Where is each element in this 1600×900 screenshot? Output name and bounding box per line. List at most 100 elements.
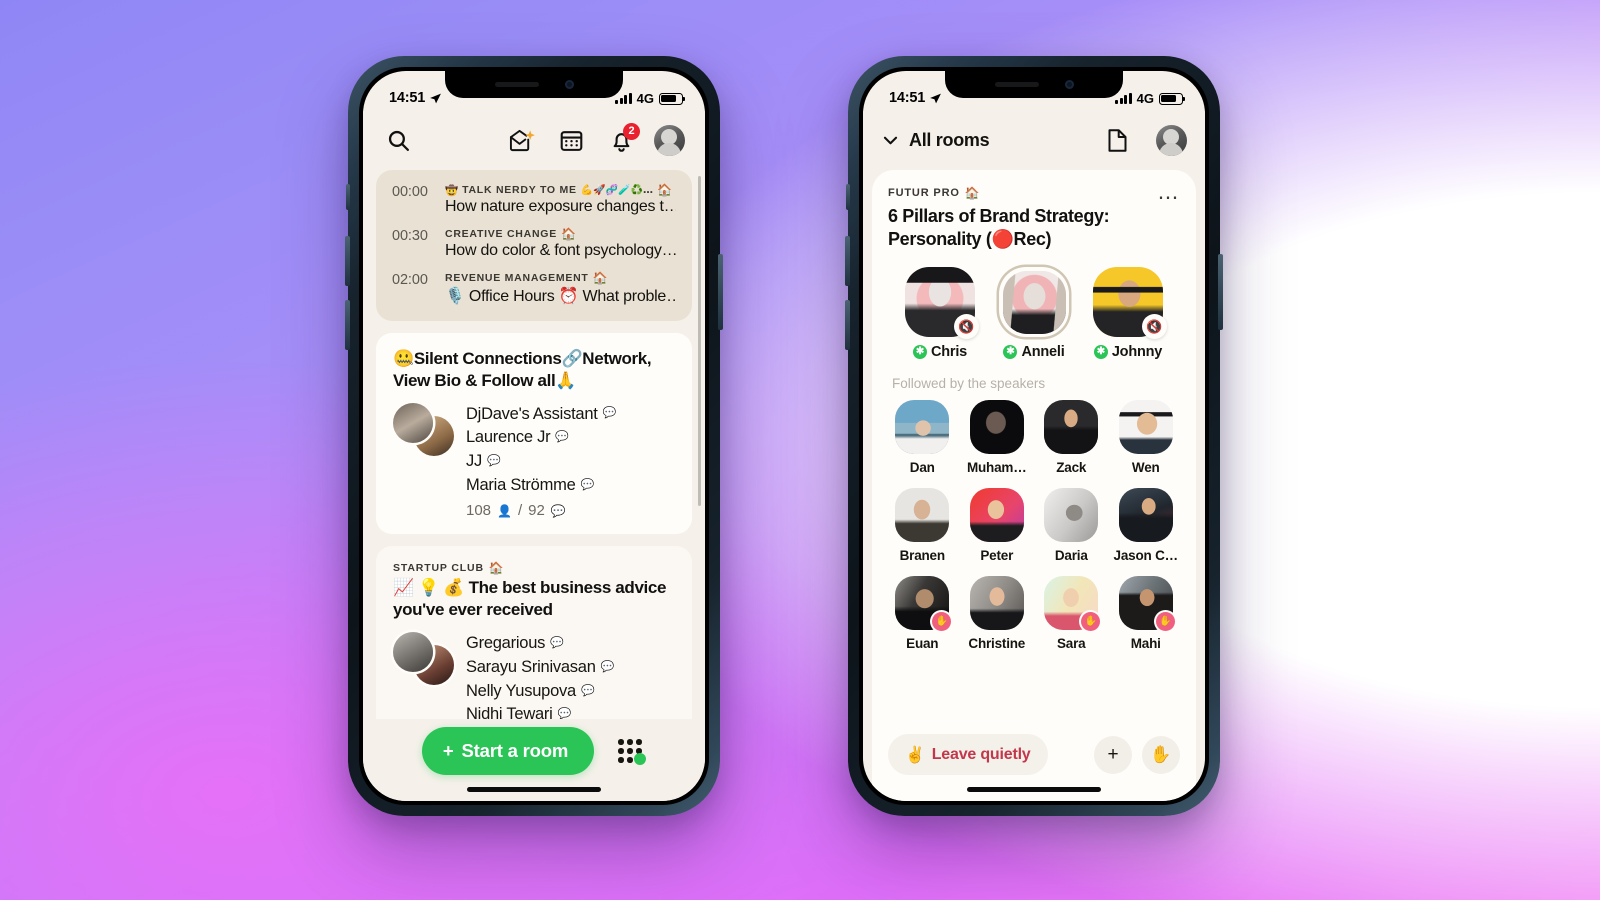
audience-peter[interactable]: Peter bbox=[963, 488, 1032, 563]
peace-hand-icon: ✌️ bbox=[905, 745, 925, 764]
envelope-sparkle-icon[interactable] bbox=[506, 126, 536, 156]
audience-zack[interactable]: Zack bbox=[1037, 400, 1106, 475]
schedule-title: 🎙️ Office Hours ⏰ What proble… bbox=[445, 288, 676, 305]
list-item: DjDave's Assistant 💬 bbox=[466, 403, 675, 427]
mute-switch[interactable] bbox=[846, 184, 850, 210]
phone-mockup-left: 14:51 4G 2 00:00 🤠 TALK NERDY TO ME 💪🚀🧬🧪… bbox=[345, 56, 723, 816]
speaker-avatars bbox=[393, 402, 454, 457]
audience-sara[interactable]: ✋ Sara bbox=[1037, 576, 1106, 651]
house-icon: 🏠 bbox=[560, 227, 577, 241]
add-people-button[interactable]: + bbox=[1094, 735, 1132, 774]
speaker-name: Nidhi Tewari bbox=[466, 705, 553, 719]
room-card[interactable]: STARTUP CLUB 🏠 📈 💡 💰 The best business a… bbox=[376, 546, 692, 719]
power-button[interactable] bbox=[718, 254, 723, 330]
room-header: FUTUR PRO 🏠 6 Pillars of Brand Strategy:… bbox=[888, 186, 1180, 251]
document-icon[interactable] bbox=[1102, 126, 1132, 156]
speaker-name: Sarayu Srinivasan bbox=[466, 657, 596, 676]
volume-up-button[interactable] bbox=[345, 236, 350, 286]
raised-hand-icon: ✋ bbox=[1150, 744, 1172, 764]
star-badge: ✱ bbox=[912, 345, 927, 360]
speech-bubble-icon: 💬 bbox=[602, 407, 617, 420]
audience-branen[interactable]: Branen bbox=[888, 488, 957, 563]
all-rooms-button[interactable]: All rooms bbox=[881, 130, 990, 151]
front-camera bbox=[1064, 80, 1074, 89]
speakers-count: 92 bbox=[528, 502, 545, 520]
audience-name: Dan bbox=[909, 460, 935, 476]
feed-scrollbar[interactable] bbox=[698, 176, 701, 506]
avatar bbox=[895, 400, 950, 455]
home-indicator[interactable] bbox=[467, 787, 601, 792]
volume-up-button[interactable] bbox=[845, 236, 850, 286]
room-title: 🤐Silent Connections🔗Network, View Bio & … bbox=[393, 349, 652, 390]
avatar[interactable] bbox=[654, 125, 685, 156]
speaker-name-row: ✱ Johnny bbox=[1093, 344, 1162, 360]
speech-bubble-icon: 💬 bbox=[555, 431, 569, 444]
audience-dan[interactable]: Dan bbox=[888, 400, 957, 475]
background-gradient-overlay bbox=[0, 0, 1600, 900]
members-count: 108 bbox=[466, 502, 492, 520]
room-feed[interactable]: 00:00 🤠 TALK NERDY TO ME 💪🚀🧬🧪♻️… 🏠 How n… bbox=[363, 170, 705, 719]
more-options-icon[interactable]: ⋯ bbox=[1158, 186, 1181, 208]
audience-name: Christine bbox=[968, 636, 1026, 652]
schedule-row[interactable]: 00:30 CREATIVE CHANGE 🏠 How do color & f… bbox=[392, 227, 676, 260]
location-arrow-icon bbox=[430, 93, 442, 103]
earpiece-speaker bbox=[994, 82, 1039, 87]
volume-down-button[interactable] bbox=[345, 300, 350, 350]
schedule-row[interactable]: 02:00 REVENUE MANAGEMENT 🏠 🎙️ Office Hou… bbox=[392, 271, 676, 306]
speaker-name-row: ✱ Chris bbox=[912, 344, 967, 360]
speaker-johnny[interactable]: 🔇 ✱ Johnny bbox=[1091, 267, 1167, 360]
avatar: 🔇 bbox=[905, 267, 979, 340]
audience-name: Sara bbox=[1057, 636, 1086, 652]
calendar-icon[interactable] bbox=[556, 126, 586, 156]
bell-icon[interactable]: 2 bbox=[606, 122, 640, 156]
speech-bubble-icon: 💬 bbox=[580, 684, 595, 697]
audience-christine[interactable]: Christine bbox=[963, 576, 1032, 651]
star-badge: ✱ bbox=[1003, 345, 1018, 360]
list-item: Nelly Yusupova 💬 bbox=[466, 680, 675, 704]
avatar bbox=[1118, 488, 1173, 543]
raise-hand-button[interactable]: ✋ bbox=[1142, 735, 1180, 774]
screen-right: 14:51 4G All rooms FUTUR PRO 🏠 6 Pillars… bbox=[863, 71, 1205, 801]
status-bar-right-group: 4G bbox=[1115, 91, 1186, 106]
leave-quietly-label: Leave quietly bbox=[931, 745, 1031, 763]
leave-quietly-button[interactable]: ✌️ Leave quietly bbox=[888, 734, 1048, 775]
room-card[interactable]: 🤐Silent Connections🔗Network, View Bio & … bbox=[376, 333, 692, 535]
schedule-title: How do color & font psychology… bbox=[445, 242, 676, 259]
audience-name: Euan bbox=[906, 636, 939, 652]
speaker-anneli[interactable]: ✱ Anneli bbox=[997, 267, 1071, 360]
audience-wen[interactable]: Wen bbox=[1112, 400, 1181, 475]
mute-switch[interactable] bbox=[346, 184, 350, 210]
home-indicator[interactable] bbox=[967, 787, 1101, 792]
avatar[interactable] bbox=[1156, 125, 1187, 156]
avatar: 🔇 bbox=[1093, 267, 1167, 340]
speaker-name: JJ bbox=[466, 452, 482, 471]
audience-euan[interactable]: ✋ Euan bbox=[888, 576, 957, 651]
avatar bbox=[969, 400, 1024, 455]
power-button[interactable] bbox=[1218, 254, 1223, 330]
speaker-avatars bbox=[393, 631, 454, 686]
audience-jason-c[interactable]: Jason C… bbox=[1112, 488, 1181, 563]
speaker-chris[interactable]: 🔇 ✱ Chris bbox=[903, 267, 979, 360]
speech-bubble-icon: 💬 bbox=[550, 503, 566, 518]
volume-down-button[interactable] bbox=[845, 300, 850, 350]
upcoming-schedule-card[interactable]: 00:00 🤠 TALK NERDY TO ME 💪🚀🧬🧪♻️… 🏠 How n… bbox=[376, 170, 692, 321]
phone-mockup-right: 14:51 4G All rooms FUTUR PRO 🏠 6 Pillars… bbox=[845, 56, 1223, 816]
app-header-left: 2 bbox=[363, 111, 705, 170]
audience-grid: Dan Muham… Zack Wen Branen Peter Daria J… bbox=[888, 400, 1180, 651]
room-sheet: FUTUR PRO 🏠 6 Pillars of Brand Strategy:… bbox=[872, 170, 1196, 724]
hallway-grid-icon[interactable] bbox=[616, 736, 647, 766]
audience-mahi[interactable]: ✋ Mahi bbox=[1112, 576, 1181, 651]
schedule-time: 00:00 bbox=[392, 184, 428, 200]
speaker-name: Gregarious bbox=[466, 633, 546, 652]
avatar bbox=[1118, 400, 1173, 455]
start-room-button[interactable]: + Start a room bbox=[421, 727, 595, 775]
audience-muhammad[interactable]: Muham… bbox=[963, 400, 1032, 475]
audience-daria[interactable]: Daria bbox=[1037, 488, 1106, 563]
search-icon[interactable] bbox=[383, 126, 413, 156]
house-icon: 🏠 bbox=[657, 183, 673, 197]
start-room-label: Start a room bbox=[461, 740, 569, 761]
list-item: JJ 💬 bbox=[466, 450, 675, 474]
schedule-club-row: CREATIVE CHANGE 🏠 bbox=[445, 227, 676, 241]
schedule-row[interactable]: 00:00 🤠 TALK NERDY TO ME 💪🚀🧬🧪♻️… 🏠 How n… bbox=[392, 183, 676, 216]
battery-icon bbox=[1159, 92, 1186, 105]
